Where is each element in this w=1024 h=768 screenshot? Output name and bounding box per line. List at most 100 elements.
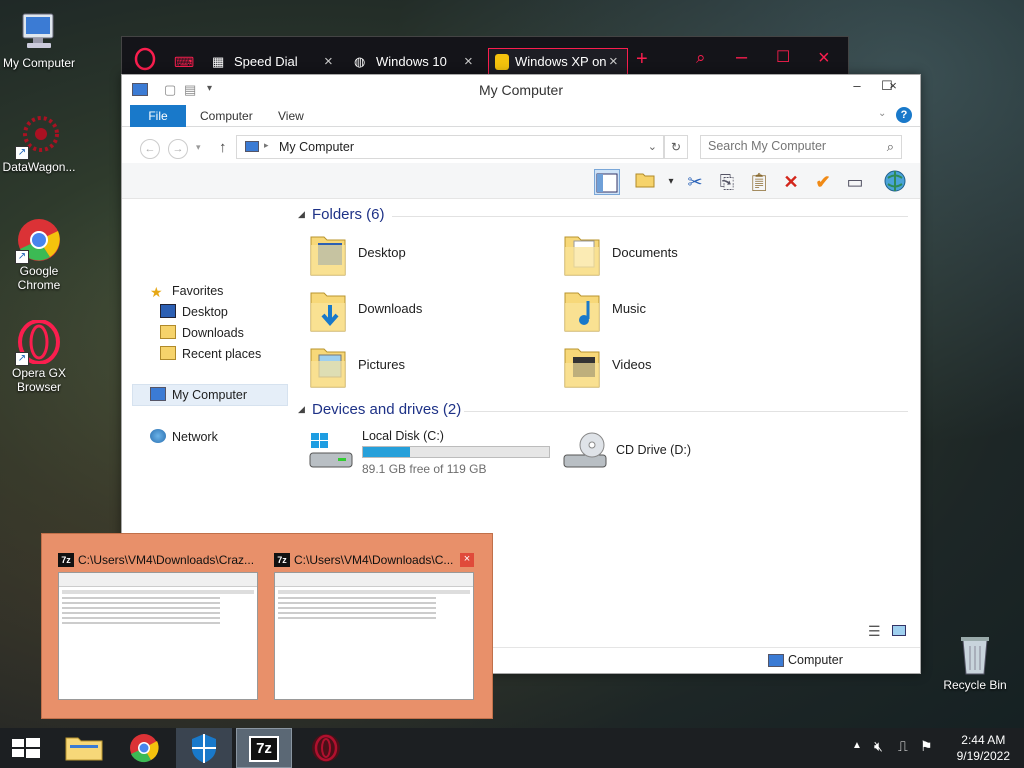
downloads-folder-icon	[308, 287, 348, 333]
up-arrow-icon[interactable]: ↑	[219, 139, 227, 156]
chrome-icon	[130, 734, 159, 763]
folder-documents[interactable]: Documents	[562, 229, 802, 281]
search-icon[interactable]: ⌕	[887, 139, 894, 155]
recycle-bin-icon	[953, 632, 997, 676]
nav-downloads[interactable]: Downloads	[160, 323, 244, 343]
nav-my-computer[interactable]: My Computer	[150, 385, 247, 405]
search-box[interactable]: ⌕	[700, 135, 902, 159]
nav-favorites[interactable]: ★ Favorites	[150, 281, 223, 301]
clock-time: 2:44 AM	[961, 733, 1006, 747]
tab-close-icon[interactable]: ×	[324, 49, 333, 75]
folder-view-icon[interactable]	[632, 169, 658, 195]
close-icon[interactable]: ×	[818, 46, 830, 70]
folder-desktop[interactable]: Desktop	[308, 229, 548, 281]
action-center-icon[interactable]: ⚑	[920, 738, 933, 755]
close-icon[interactable]: ×	[460, 553, 474, 567]
title-bar[interactable]: ▢ ▤ ▾ My Computer – ☐ ×	[122, 75, 920, 105]
nav-network[interactable]: Network	[150, 427, 218, 447]
help-icon[interactable]: ?	[896, 107, 912, 123]
collapse-icon[interactable]: ◢	[298, 404, 305, 415]
address-dropdown-icon[interactable]: ⌄	[648, 140, 657, 153]
volume-muted-icon[interactable]: 🔇︎	[874, 738, 883, 755]
cut-icon[interactable]: ✂	[682, 169, 708, 195]
desktop-icon-opera-gx[interactable]: ↗ Opera GX Browser	[0, 319, 78, 394]
taskbar-chrome[interactable]	[116, 728, 172, 768]
collapse-icon[interactable]: ◢	[298, 209, 305, 220]
network-globe-icon[interactable]	[882, 169, 908, 195]
refresh-button[interactable]: ↻	[664, 135, 688, 159]
shortcut-arrow-icon: ↗	[15, 146, 29, 160]
taskbar-7zip[interactable]: 7z	[236, 728, 292, 768]
new-tab-icon[interactable]: +	[636, 47, 648, 71]
delete-icon[interactable]: ✕	[778, 169, 804, 195]
folder-videos[interactable]: Videos	[562, 341, 802, 393]
back-button[interactable]: ←	[140, 139, 160, 159]
tab-speed-dial[interactable]: ▦ Speed Dial ×	[208, 49, 338, 75]
desktop-icon-my-computer[interactable]: My Computer	[0, 10, 78, 70]
window-title: My Computer	[478, 82, 564, 98]
file-explorer-icon	[65, 737, 103, 761]
opera-gx-icon	[312, 734, 340, 762]
tab-windows-xp[interactable]: Windows XP on ×	[488, 48, 628, 74]
paste-icon[interactable]: 📋︎	[746, 169, 772, 195]
close-icon[interactable]: ×	[870, 75, 916, 97]
taskbar-windows-security[interactable]	[176, 728, 232, 768]
thumbnail-window-2[interactable]: 7z C:\Users\VM4\Downloads\C... ×	[274, 550, 474, 702]
drive-cd-d[interactable]: CD Drive (D:)	[562, 427, 802, 477]
tab-close-icon[interactable]: ×	[464, 49, 473, 75]
desktop-icon-google-chrome[interactable]: ↗ Google Chrome	[0, 218, 78, 292]
tab-view[interactable]: View	[278, 105, 304, 127]
nav-desktop[interactable]: Desktop	[160, 302, 228, 322]
large-icons-view-icon[interactable]	[892, 625, 906, 636]
show-hidden-icons-icon[interactable]: ▲	[852, 740, 862, 751]
computer-icon	[150, 387, 166, 401]
tab-file[interactable]: File	[130, 105, 186, 127]
tab-computer[interactable]: Computer	[200, 105, 253, 127]
details-view-icon[interactable]: ☰	[868, 623, 881, 640]
desktop-icon-datawagon[interactable]: ↗ DataWagon...	[0, 114, 78, 174]
computer-icon	[17, 10, 61, 54]
taskbar-file-explorer[interactable]	[56, 728, 112, 768]
dropdown-arrow-icon[interactable]: ▾	[658, 169, 684, 195]
nav-recent-places[interactable]: Recent places	[160, 344, 261, 364]
search-input[interactable]	[708, 139, 868, 153]
ribbon-tabs: File Computer View ⌄ ?	[122, 105, 920, 127]
taskbar: 7z ▲ 🔇︎ ⎍ ⚑ 2:44 AM 9/19/2022	[0, 728, 1024, 768]
address-bar[interactable]: ▸ My Computer ⌄	[236, 135, 664, 159]
folder-music[interactable]: Music	[562, 285, 802, 337]
drive-local-disk-c[interactable]: Local Disk (C:) 89.1 GB free of 119 GB	[308, 427, 558, 477]
folder-pictures[interactable]: Pictures	[308, 341, 548, 393]
recent-locations-icon[interactable]: ▾	[196, 142, 201, 153]
opera-logo-icon[interactable]	[134, 47, 156, 77]
folders-group-header[interactable]: Folders (6)	[312, 206, 385, 223]
maximize-icon[interactable]: ☐	[776, 46, 790, 70]
datawagon-icon: ↗	[15, 114, 61, 160]
tab-close-icon[interactable]: ×	[609, 49, 618, 75]
folder-label: Videos	[612, 357, 652, 372]
ribbon-expand-icon[interactable]: ⌄	[878, 108, 886, 119]
taskbar-opera-gx[interactable]	[298, 728, 354, 768]
computer-icon	[245, 141, 259, 152]
start-button[interactable]	[0, 728, 50, 768]
folder-label: Desktop	[358, 245, 406, 260]
preview-pane-icon[interactable]	[594, 169, 620, 195]
search-icon[interactable]: ⌕	[696, 46, 706, 70]
nav-label: Favorites	[172, 284, 224, 298]
clock[interactable]: 2:44 AM 9/19/2022	[957, 732, 1010, 764]
drive-free-space: 89.1 GB free of 119 GB	[362, 462, 487, 476]
properties-icon[interactable]: ▭	[842, 169, 868, 195]
minimize-icon[interactable]: –	[842, 75, 872, 97]
gamepad-icon[interactable]: ⌨	[174, 50, 194, 74]
thumbnail-window-1[interactable]: 7z C:\Users\VM4\Downloads\Craz...	[58, 550, 258, 702]
tab-windows-10[interactable]: ◍ Windows 10 ×	[350, 49, 480, 75]
checkmark-icon[interactable]: ✔	[810, 169, 836, 195]
folder-downloads[interactable]: Downloads	[308, 285, 548, 337]
minimize-icon[interactable]: –	[736, 45, 747, 69]
network-status-icon[interactable]: ⎍	[898, 738, 908, 755]
drives-group-header[interactable]: Devices and drives (2)	[312, 401, 461, 418]
copy-icon[interactable]: ⎘	[714, 169, 740, 195]
thumbnail-preview	[58, 572, 258, 700]
forward-button[interactable]: →	[168, 139, 188, 159]
pictures-folder-icon	[308, 343, 348, 389]
desktop-icon-recycle-bin[interactable]: Recycle Bin	[936, 632, 1014, 692]
